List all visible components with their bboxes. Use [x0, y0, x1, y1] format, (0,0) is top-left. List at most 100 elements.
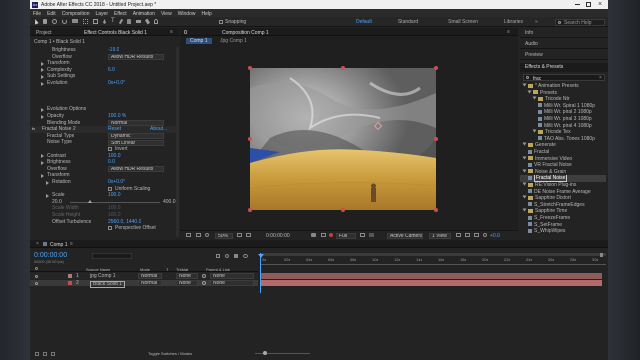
effect-property-row[interactable]: Brightness 0.0 — [30, 159, 177, 165]
layer-parent-dropdown[interactable]: None — [210, 280, 254, 287]
minimize-button[interactable] — [575, 4, 580, 5]
workspace-small-screen[interactable]: Small Screen — [448, 19, 478, 25]
effect-property-row[interactable]: Evolution 0x+0.0° — [30, 80, 177, 86]
exposure-value[interactable]: +0.0 — [490, 233, 500, 239]
effect-property-row[interactable]: Noise Type Soft Linear — [30, 139, 177, 146]
puppet-tool-icon[interactable] — [153, 19, 158, 24]
twirl-arrow-icon[interactable] — [41, 107, 44, 112]
effect-property-row[interactable]: Opacity 100.0 % — [30, 113, 177, 119]
twirl-arrow-icon[interactable] — [41, 154, 44, 159]
layer-mode-dropdown[interactable]: Normal — [138, 273, 162, 280]
lock-icon[interactable] — [184, 30, 187, 34]
effect-property-value[interactable]: Reset — [108, 126, 121, 132]
expand-time-icon[interactable] — [51, 352, 55, 356]
effect-property-row[interactable]: Contrast 100.0 — [30, 153, 177, 159]
effect-property-value[interactable]: 100.0 % — [108, 113, 126, 119]
tab-composition[interactable]: Composition Comp 1 — [222, 30, 269, 36]
mask-icon[interactable] — [205, 233, 209, 237]
effect-property-row[interactable]: Evolution Options — [30, 106, 177, 112]
effect-property-dropdown[interactable]: Soft Linear — [108, 139, 164, 146]
playhead-icon[interactable] — [258, 254, 264, 258]
effect-property-row[interactable]: Blending Mode Normal — [30, 120, 177, 126]
effect-property-dropdown[interactable]: Normal — [108, 119, 164, 126]
effect-property-value[interactable]: 2560.0, 1440.0 — [108, 219, 141, 225]
menu-help[interactable]: Help — [201, 11, 211, 17]
disclosure-icon[interactable] — [527, 90, 532, 94]
timeline-layer-row[interactable]: 1 jpg Comp 1 Normal None None — [30, 273, 258, 280]
disclosure-icon[interactable] — [522, 142, 527, 146]
rectangle-tool-icon[interactable] — [93, 19, 98, 24]
transparency-grid-icon[interactable] — [369, 233, 374, 237]
disclosure-icon[interactable] — [522, 169, 527, 173]
effect-property-row[interactable]: Invert — [30, 146, 177, 152]
layer-handle-ml[interactable] — [248, 137, 252, 141]
effect-property-row[interactable] — [30, 100, 177, 106]
workspace-default[interactable]: Default — [356, 19, 372, 25]
preset-item[interactable]: S_FreezeFrame — [520, 215, 606, 221]
panel-menu-icon[interactable]: ≡ — [70, 241, 73, 247]
disclosure-icon[interactable] — [532, 96, 537, 100]
effect-property-row[interactable]: Transform — [30, 60, 177, 66]
preset-folder[interactable]: Generate — [520, 142, 606, 148]
label-color-swatch[interactable] — [68, 281, 72, 285]
preset-item[interactable]: Milli Wr. piral 4 1080p — [520, 123, 606, 129]
preset-folder[interactable]: Sapphire Distort — [520, 195, 606, 201]
effect-controls-scrollbar[interactable] — [176, 47, 179, 237]
layer-parent-dropdown[interactable]: None — [210, 273, 254, 280]
preset-folder[interactable]: * Animation Presets — [520, 83, 606, 89]
layer-handle-bl[interactable] — [248, 208, 252, 212]
workspace-libraries[interactable]: Libraries — [504, 19, 523, 25]
twirl-arrow-icon[interactable] — [41, 114, 44, 119]
effect-property-row[interactable]: Scale Height 100.0 — [30, 212, 177, 218]
show-snapshot-icon[interactable] — [321, 233, 326, 237]
pan-behind-tool-icon[interactable] — [83, 19, 88, 24]
frame-blend-icon[interactable] — [234, 254, 238, 258]
effects-presets-header[interactable]: Effects & Presets — [520, 63, 608, 72]
effect-property-value[interactable]: 100.0 — [108, 212, 121, 218]
effect-property-value[interactable]: 100.0 — [108, 153, 121, 159]
parent-pickwhip-icon[interactable] — [202, 281, 206, 285]
current-time-indicator[interactable] — [260, 253, 261, 293]
preset-folder[interactable]: Noise & Grain — [520, 169, 606, 175]
col-source-name[interactable]: Source Name — [86, 267, 110, 272]
zoom-slider[interactable] — [255, 351, 310, 355]
comp-frame[interactable] — [250, 68, 436, 210]
preset-item[interactable]: TAO Abs. Tones 1080p — [520, 136, 606, 142]
effect-slider-knob[interactable] — [88, 200, 92, 204]
twirl-arrow-icon[interactable] — [41, 74, 44, 79]
preset-folder[interactable]: RE:Vision Plug-ins — [520, 182, 606, 188]
col-t[interactable]: T — [166, 267, 168, 272]
timeline-current-time[interactable]: 0:00:00:00 — [34, 252, 67, 259]
preset-folder[interactable]: Sapphire Time — [520, 208, 606, 214]
audio-panel-header[interactable]: Audio — [520, 39, 608, 49]
preset-folder[interactable]: Presets — [520, 90, 606, 96]
layer-trkmat-dropdown[interactable]: None — [176, 280, 198, 287]
effect-slider-track[interactable] — [70, 201, 160, 203]
effect-property-row[interactable]: Transform — [30, 172, 177, 178]
resolution-grid-icon[interactable] — [237, 233, 242, 237]
work-area-bar[interactable] — [260, 253, 606, 256]
effect-property-dropdown[interactable]: Allow HDR Results — [108, 53, 164, 60]
timeline-icon[interactable] — [465, 233, 470, 237]
effect-property-value[interactable]: 0.0 — [108, 159, 115, 165]
effect-property-row[interactable]: fx Fractal Noise 2 Reset About... — [30, 126, 177, 133]
effect-property-value[interactable]: 0x+0.0° — [108, 80, 125, 86]
timeline-search-field[interactable] — [92, 253, 132, 259]
views-dropdown[interactable]: 1 View — [429, 232, 451, 239]
preset-folder[interactable]: Tricode Ntr — [520, 96, 606, 102]
panel-menu-icon[interactable]: ≡ — [170, 29, 173, 35]
safe-zones-icon[interactable] — [246, 233, 251, 237]
layer-handle-tr[interactable] — [434, 66, 438, 70]
snapshot-icon[interactable] — [311, 233, 316, 237]
twirl-arrow-icon[interactable] — [41, 173, 44, 178]
resolution-dropdown[interactable]: Full — [336, 232, 356, 239]
layer-handle-bc[interactable] — [341, 208, 345, 212]
selection-tool-icon[interactable] — [33, 18, 39, 25]
preset-item[interactable]: Fractal Noise — [520, 175, 606, 182]
motion-blur-icon[interactable] — [243, 254, 248, 258]
disclosure-icon[interactable] — [522, 156, 527, 160]
shy-icon[interactable] — [225, 254, 229, 258]
clone-stamp-tool-icon[interactable] — [126, 19, 131, 24]
eraser-tool-icon[interactable] — [135, 20, 141, 23]
effect-property-dropdown[interactable]: Dynamic — [108, 132, 164, 139]
